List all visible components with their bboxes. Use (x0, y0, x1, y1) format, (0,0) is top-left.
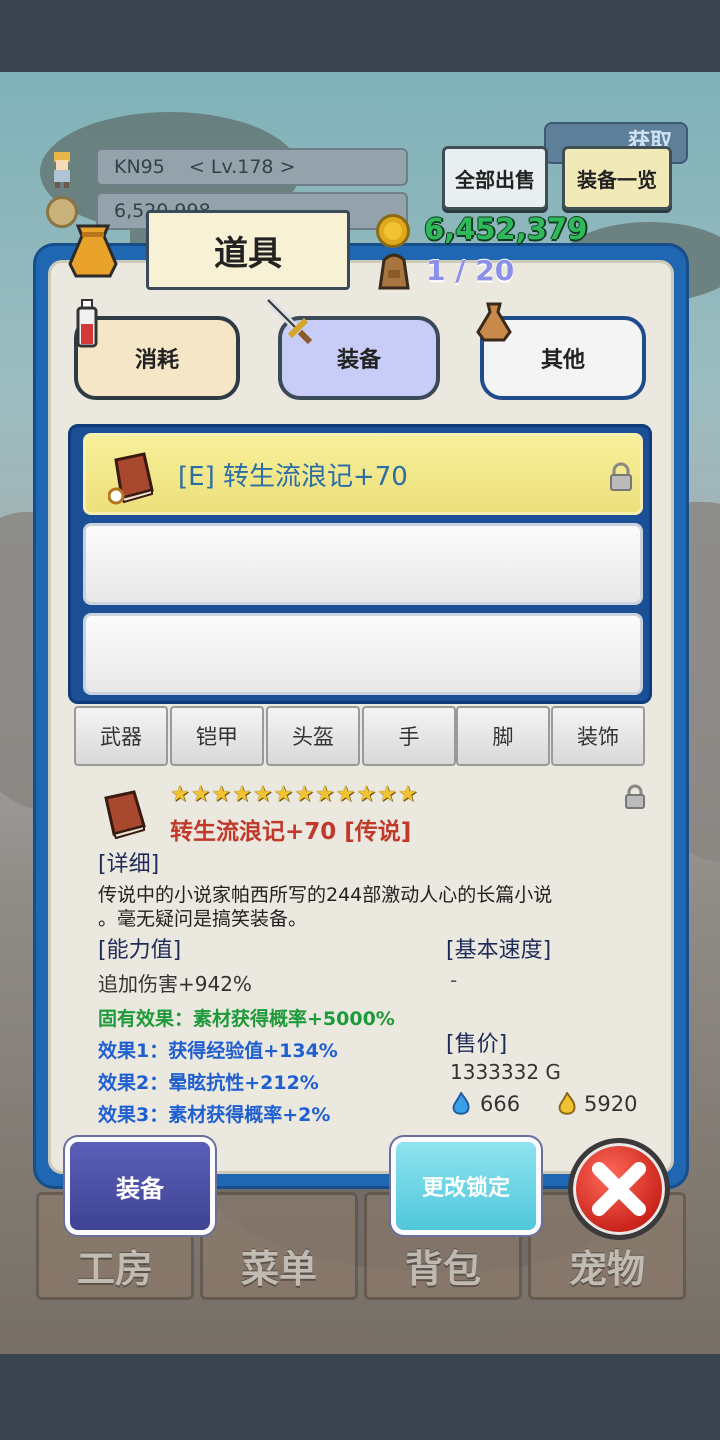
gold-drop-icon (556, 1090, 578, 1116)
effect-1: 效果1：获得经验值+134% (98, 1040, 338, 1062)
book-icon (107, 450, 158, 506)
item-slot-label: [E] 转生流浪记+70 (178, 462, 408, 492)
lock-icon[interactable] (608, 462, 634, 492)
nav-workshop-label: 工房 (76, 1247, 153, 1291)
item-slot-selected[interactable]: [E] 转生流浪记+70 (83, 433, 643, 515)
nav-pet-label: 宠物 (568, 1247, 645, 1291)
backpack-icon (376, 252, 412, 292)
sell-all-button[interactable]: 全部出售 (442, 146, 548, 210)
category-hand[interactable]: 手 (362, 706, 456, 766)
sword-icon (264, 296, 314, 346)
blue-flame-icon (450, 1090, 472, 1116)
category-armor[interactable]: 铠甲 (170, 706, 264, 766)
sell-all-label: 全部出售 (455, 167, 535, 192)
category-label: 装饰 (577, 725, 619, 749)
gold-coin-icon (376, 214, 410, 248)
hero-sprite-icon (54, 152, 70, 188)
equip-button[interactable]: 装备 (70, 1142, 210, 1230)
price-header: [售价] (446, 1032, 508, 1057)
category-accessory[interactable]: 装饰 (551, 706, 645, 766)
speed-header: [基本速度] (446, 938, 552, 963)
tab-consumable-label: 消耗 (134, 348, 179, 373)
nav-menu[interactable]: 菜单 (200, 1192, 358, 1300)
category-label: 头盔 (292, 725, 334, 749)
category-helmet[interactable]: 头盔 (266, 706, 360, 766)
innate-effect: 固有效果：素材获得概率+5000% (98, 1008, 395, 1030)
pouch-icon (472, 298, 516, 342)
drop-value: 5920 (584, 1092, 638, 1116)
player-level: < Lv.178 > (188, 156, 296, 178)
price-value: 1333332 G (450, 1060, 561, 1084)
speed-value: - (450, 968, 458, 992)
nav-backpack-label: 背包 (404, 1247, 481, 1291)
player-name-bar: KN95 < Lv.178 > (96, 148, 408, 186)
category-label: 手 (398, 725, 420, 749)
category-weapon[interactable]: 武器 (74, 706, 168, 766)
bag-icon (64, 218, 122, 280)
crystal-value: 666 (480, 1092, 521, 1116)
panel-title-plate: 道具 (146, 210, 350, 290)
item-name: 转生流浪记+70 [传说] (170, 819, 412, 845)
category-foot[interactable]: 脚 (456, 706, 550, 766)
change-lock-button[interactable]: 更改锁定 (396, 1142, 536, 1230)
item-description-line2: 。毫无疑问是搞笑装备。 (98, 908, 308, 930)
nav-menu-label: 菜单 (240, 1247, 317, 1291)
detail-lock-icon[interactable] (624, 784, 646, 810)
item-description-line1: 传说中的小说家帕西所写的244部激动人心的长篇小说 (98, 884, 553, 906)
panel-title: 道具 (214, 233, 282, 274)
potion-icon (72, 298, 102, 350)
ability-value: 追加伤害+942% (98, 972, 252, 996)
effect-2: 效果2：晕眩抗性+212% (98, 1072, 319, 1094)
category-label: 武器 (100, 725, 142, 749)
player-name: KN95 (114, 156, 165, 178)
detail-header: [详细] (98, 852, 160, 877)
equip-button-label: 装备 (116, 1174, 164, 1203)
effect-3: 效果3：素材获得概率+2% (98, 1104, 331, 1126)
bottom-strip (0, 1354, 720, 1440)
change-lock-button-label: 更改锁定 (421, 1176, 510, 1201)
close-icon (592, 1162, 646, 1216)
ability-header: [能力值] (98, 938, 182, 963)
status-strip (0, 0, 720, 72)
tab-other-label: 其他 (540, 348, 585, 373)
player-avatar[interactable] (46, 150, 78, 188)
panel-gold: 6,452,379 (424, 212, 588, 246)
category-label: 脚 (492, 725, 514, 749)
item-slot-empty[interactable] (83, 523, 643, 605)
equipment-list-label: 装备一览 (577, 167, 657, 192)
equipment-list-button[interactable]: 装备一览 (562, 146, 672, 210)
item-list: [E] 转生流浪记+70 (68, 424, 652, 704)
detail-book-icon (100, 790, 150, 840)
tab-equipment-label: 装备 (336, 348, 381, 373)
item-slot-empty[interactable] (83, 613, 643, 695)
rarity-stars: ★★★★★★★★★★★★ (170, 782, 419, 807)
close-button[interactable] (568, 1138, 670, 1240)
category-label: 铠甲 (196, 725, 238, 749)
panel-capacity: 1 / 20 (426, 254, 515, 287)
